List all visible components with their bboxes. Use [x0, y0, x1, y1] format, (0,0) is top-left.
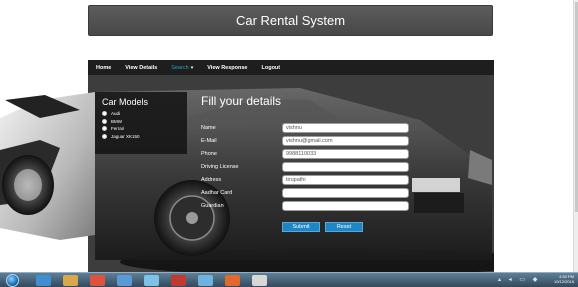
- model-option[interactable]: Jaguar XK150: [102, 133, 180, 141]
- phone-input[interactable]: [282, 148, 409, 159]
- nav-logout[interactable]: Logout: [261, 65, 280, 71]
- form-row-driving-license: Driving License: [201, 161, 409, 172]
- model-option[interactable]: BMW: [102, 118, 180, 126]
- model-label: Jaguar XK150: [111, 133, 140, 139]
- driving-license-label: Driving License: [201, 163, 239, 170]
- nav-view-details[interactable]: View Details: [125, 65, 157, 71]
- model-label: Ferrari: [111, 126, 125, 132]
- folder-icon[interactable]: [63, 275, 78, 286]
- form-row-name: Name: [201, 122, 409, 133]
- vertical-scrollbar[interactable]: [573, 0, 578, 272]
- form-row-phone: Phone: [201, 148, 409, 159]
- radio-button[interactable]: [102, 111, 107, 117]
- radio-button[interactable]: [102, 118, 107, 124]
- form-row-aadhar-card: Aadhar Card: [201, 187, 409, 198]
- app-header: Car Rental System: [88, 5, 493, 36]
- start-button[interactable]: [6, 274, 19, 287]
- driving-license-input[interactable]: [282, 161, 409, 172]
- reset-button[interactable]: Reset: [325, 222, 363, 232]
- email-input[interactable]: [282, 135, 409, 146]
- form-title: Fill your details: [201, 94, 282, 108]
- paint-icon[interactable]: [144, 275, 159, 286]
- model-label: Audi: [111, 111, 121, 117]
- chrome-icon[interactable]: [90, 275, 105, 286]
- explorer-icon[interactable]: [252, 275, 267, 286]
- nav-search[interactable]: Search ▾: [171, 65, 193, 71]
- form-row-guardian: Guardian: [201, 200, 409, 211]
- nav-bar: Home View Details Search ▾ View Response …: [88, 60, 494, 75]
- app-icon[interactable]: [171, 275, 186, 286]
- aadhar-card-label: Aadhar Card: [201, 189, 233, 196]
- car-models-title: Car Models: [102, 97, 149, 107]
- nav-view-response[interactable]: View Response: [207, 65, 247, 71]
- browser-icon[interactable]: [225, 275, 240, 286]
- address-label: Address: [201, 176, 222, 183]
- radio-button[interactable]: [102, 126, 107, 132]
- taskbar: ▴ ◂ ▭ ◆ 4:30 PM 10/12/2016: [0, 272, 578, 287]
- radio-button[interactable]: [102, 133, 107, 139]
- name-label: Name: [201, 124, 216, 131]
- guardian-label: Guardian: [201, 202, 224, 209]
- email-label: E-Mail: [201, 137, 217, 144]
- ie-icon[interactable]: [36, 275, 51, 286]
- phone-label: Phone: [201, 150, 217, 157]
- car-models-panel: Car Models Audi BMW Ferrari Jaguar XK150: [95, 92, 187, 154]
- nav-search-label: Search: [171, 64, 189, 71]
- address-input[interactable]: [282, 174, 409, 185]
- chevron-down-icon: ▾: [190, 64, 194, 71]
- java-icon[interactable]: [198, 275, 213, 286]
- clock-date: 10/12/2016: [553, 279, 574, 284]
- guardian-input[interactable]: [282, 200, 409, 211]
- model-label: BMW: [111, 118, 122, 124]
- app-title: Car Rental System: [235, 13, 346, 28]
- form-row-address: Address: [201, 174, 409, 185]
- model-option[interactable]: Ferrari: [102, 125, 180, 133]
- system-clock[interactable]: 4:30 PM 10/12/2016: [554, 274, 574, 284]
- submit-button[interactable]: Submit: [282, 222, 320, 232]
- model-option[interactable]: Audi: [102, 110, 180, 118]
- media-player-icon[interactable]: [117, 275, 132, 286]
- name-input[interactable]: [282, 122, 409, 133]
- aadhar-card-input[interactable]: [282, 187, 409, 198]
- form-row-email: E-Mail: [201, 135, 409, 146]
- nav-home[interactable]: Home: [96, 65, 111, 71]
- tray-icons[interactable]: ▴ ◂ ▭ ◆: [498, 276, 540, 283]
